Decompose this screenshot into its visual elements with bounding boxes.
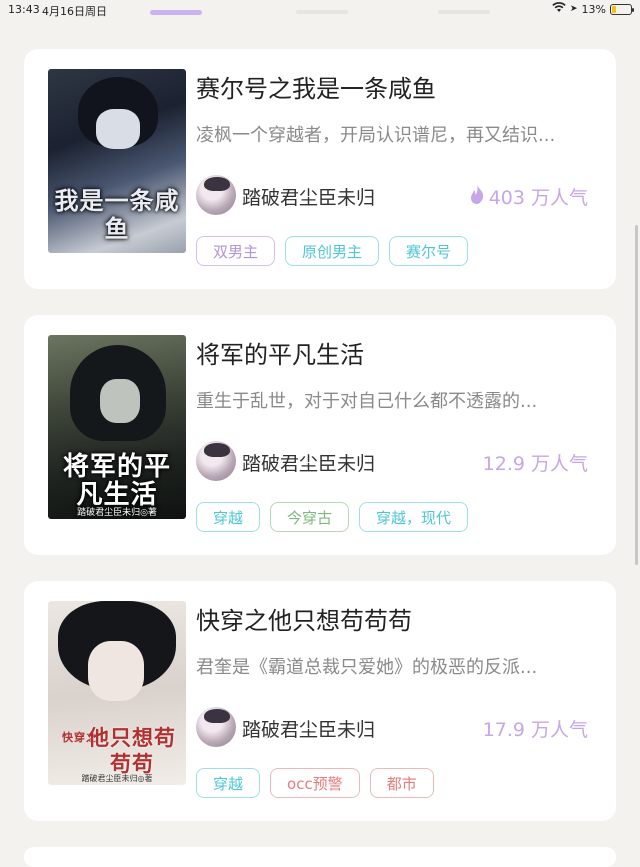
book-title[interactable]: 将军的平凡生活 xyxy=(196,335,364,370)
tag[interactable]: occ预警 xyxy=(270,768,360,798)
author-name[interactable]: 踏破君尘臣未归 xyxy=(242,449,375,476)
cover-author: 踏破君尘臣未归◎著 xyxy=(81,774,153,783)
popularity-value: 12.9 万人气 xyxy=(482,453,588,475)
popularity: 17.9 万人气 xyxy=(483,715,588,742)
cover-author: 踏破君尘臣未归◎著 xyxy=(77,508,157,518)
flame-icon xyxy=(469,184,485,209)
wifi-icon xyxy=(552,2,566,16)
popularity: 403 万人气 xyxy=(469,183,588,210)
cover-art-face xyxy=(88,641,144,701)
location-icon: ➤ xyxy=(570,4,578,14)
tag[interactable]: 今穿古 xyxy=(270,502,350,532)
book-cover[interactable]: 我是一条咸鱼 xyxy=(48,69,186,253)
cover-art-face xyxy=(96,109,140,149)
tag[interactable]: 赛尔号 xyxy=(389,236,469,266)
book-cover[interactable]: 快穿之 他只想苟苟苟 踏破君尘臣未归◎著 xyxy=(48,601,186,785)
book-card[interactable]: 我是一条咸鱼 赛尔号之我是一条咸鱼 凌枫一个穿越者，开局认识谱尼，再又结识...… xyxy=(24,49,616,289)
author-avatar[interactable] xyxy=(196,175,236,215)
book-description: 重生于乱世，对于对自己什么都不透露的... xyxy=(196,391,538,412)
window-indicator xyxy=(296,10,348,14)
tag-list: 双男主 原创男主 赛尔号 xyxy=(196,236,469,266)
tag[interactable]: 穿越 xyxy=(196,502,261,532)
book-title[interactable]: 赛尔号之我是一条咸鱼 xyxy=(196,69,436,104)
battery-icon xyxy=(610,3,634,15)
battery-percent: 13% xyxy=(581,2,606,16)
book-title[interactable]: 快穿之他只想苟苟苟 xyxy=(196,601,412,636)
status-date: 4月16日周日 xyxy=(42,5,107,18)
author-name[interactable]: 踏破君尘臣未归 xyxy=(242,183,375,210)
scrollbar[interactable] xyxy=(635,225,638,565)
book-description: 君奎是《霸道总裁只爱她》的极恶的反派... xyxy=(196,657,538,678)
tag[interactable]: 穿越，现代 xyxy=(359,502,469,532)
status-right: ➤ 13% xyxy=(552,2,634,16)
tag[interactable]: 都市 xyxy=(369,768,434,798)
popularity: 12.9 万人气 xyxy=(483,449,588,476)
tag[interactable]: 双男主 xyxy=(196,236,276,266)
multitask-indicator[interactable] xyxy=(150,10,202,15)
window-indicator-2 xyxy=(438,10,490,14)
tag[interactable]: 原创男主 xyxy=(285,236,380,266)
author-name[interactable]: 踏破君尘臣未归 xyxy=(242,715,375,742)
status-time: 13:43 xyxy=(8,3,40,16)
book-cover[interactable]: 将军的平凡生活 踏破君尘臣未归◎著 xyxy=(48,335,186,519)
author-avatar[interactable] xyxy=(196,441,236,481)
tag[interactable]: 穿越 xyxy=(196,768,261,798)
cover-title: 他只想苟苟苟 xyxy=(88,725,176,776)
popularity-value: 403 万人气 xyxy=(488,187,588,209)
tag-list: 穿越 occ预警 都市 xyxy=(196,768,434,798)
book-card-partial[interactable] xyxy=(24,847,616,867)
author-avatar[interactable] xyxy=(196,707,236,747)
cover-title: 将军的平凡生活 xyxy=(62,452,171,510)
cover-title: 我是一条咸鱼 xyxy=(54,186,180,243)
popularity-value: 17.9 万人气 xyxy=(482,719,588,741)
cover-art-face xyxy=(100,379,140,423)
book-description: 凌枫一个穿越者，开局认识谱尼，再又结识... xyxy=(196,125,556,146)
tag-list: 穿越 今穿古 穿越，现代 xyxy=(196,502,469,532)
book-card[interactable]: 快穿之 他只想苟苟苟 踏破君尘臣未归◎著 快穿之他只想苟苟苟 君奎是《霸道总裁只… xyxy=(24,581,616,821)
book-card[interactable]: 将军的平凡生活 踏破君尘臣未归◎著 将军的平凡生活 重生于乱世，对于对自己什么都… xyxy=(24,315,616,555)
